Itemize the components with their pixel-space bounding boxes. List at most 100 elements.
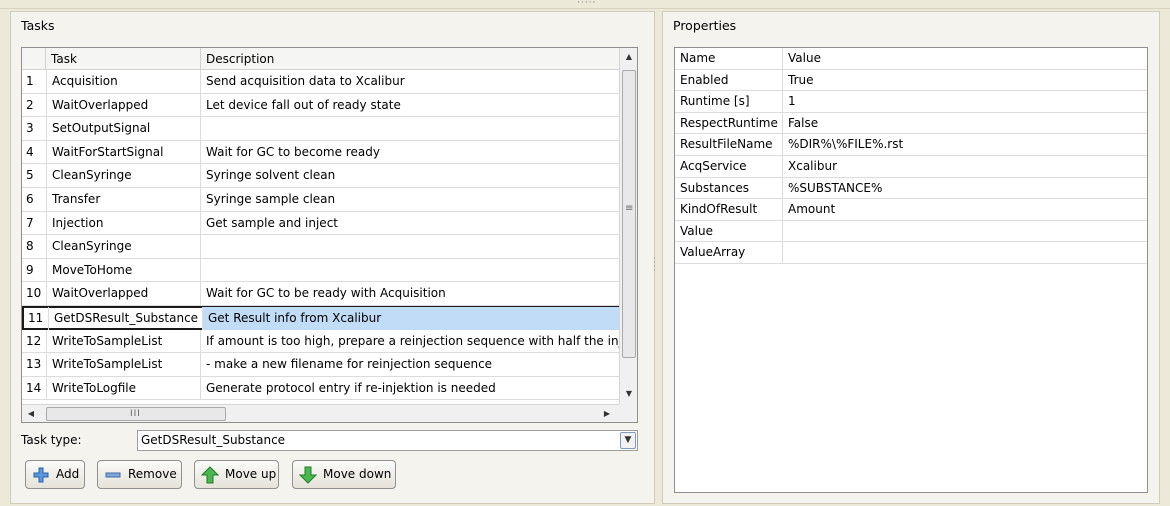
description-cell: If amount is too high, prepare a reinjec… [206,333,619,348]
description-cell [201,117,619,140]
arrow-up-icon [201,466,219,484]
property-row[interactable]: KindOfResult Amount [675,199,1147,221]
task-cell: WriteToLogfile [46,376,201,400]
table-row[interactable]: 1 Acquisition Send acquisition data to Xca… [22,70,619,94]
move-up-button[interactable]: Move up [194,460,279,489]
top-splitter[interactable]: ····· [0,0,1170,9]
column-header-value[interactable]: Value [783,48,1147,69]
row-number-cell: 8 [26,239,34,254]
property-value[interactable]: Amount [783,199,1147,220]
chevron-down-icon[interactable]: ▼ [620,432,636,449]
task-cell: Transfer [46,188,201,211]
task-type-select[interactable]: GetDSResult_Substance ▼ [137,430,638,451]
property-name: RespectRuntime [675,112,783,134]
property-value[interactable]: 1 [783,91,1147,112]
property-name: Value [675,220,783,242]
tasks-horizontal-scrollbar[interactable]: ◀ III ▶ [22,404,619,422]
table-row[interactable]: 13 WriteToSampleList - make a new filename… [22,353,619,377]
task-cell: WriteToSampleList [46,353,201,377]
property-name: ValueArray [675,242,783,264]
property-row[interactable]: Value [675,220,1147,243]
arrow-down-icon [299,466,317,484]
tasks-table[interactable]: Task Description 1 Acquisition Send acquis… [21,47,638,423]
minus-icon [105,472,121,478]
property-value[interactable]: True [783,70,1147,91]
property-value[interactable] [783,221,1147,242]
column-header-name[interactable]: Name [675,48,783,69]
property-name: Runtime [s] [675,91,783,113]
table-row[interactable]: 3 SetOutputSignal [22,117,619,141]
property-name: ResultFileName [675,134,783,156]
property-row[interactable]: Runtime [s] 1 [675,91,1147,113]
property-value[interactable]: Xcalibur [783,156,1147,177]
description-cell: Wait for GC to become ready [206,144,380,159]
property-row[interactable]: ValueArray [675,242,1147,264]
property-row[interactable]: Substances %SUBSTANCE% [675,177,1147,200]
tasks-panel-title: Tasks [21,18,55,33]
task-cell: Injection [46,211,201,235]
table-row[interactable]: 11 GetDSResult_Substance Get Result info f… [22,306,621,330]
table-row[interactable]: 12 WriteToSampleList If amount is too high… [22,329,619,354]
row-number-cell: 11 [28,311,44,325]
table-row[interactable]: 5 CleanSyringe Syringe solvent clean [22,164,619,188]
task-type-label: Task type: [21,433,82,447]
move-down-button[interactable]: Move down [292,460,396,489]
table-row[interactable]: 6 Transfer Syringe sample clean [22,188,619,212]
property-value[interactable]: %DIR%\%FILE%.rst [783,134,1147,155]
scroll-left-arrow-icon[interactable]: ◀ [22,405,40,422]
panel-splitter[interactable]: · · · · [650,11,658,506]
task-cell: WaitOverlapped [46,282,201,306]
row-number-cell: 7 [26,215,34,230]
move-up-button-label: Move up [225,467,277,481]
row-number-cell: 6 [26,192,34,206]
description-cell: - make a new filename for reinjection se… [206,357,493,372]
scroll-thumb[interactable]: ≡ [622,70,636,358]
scroll-right-arrow-icon[interactable]: ▶ [598,405,616,422]
property-row[interactable]: Enabled True [675,69,1147,92]
table-row[interactable]: 10 WaitOverlapped Wait for GC to be ready … [22,282,619,306]
table-row[interactable]: 4 WaitForStartSignal Wait for GC to become… [22,140,619,165]
property-name: KindOfResult [675,199,783,221]
row-number-cell: 14 [26,380,42,395]
property-name: AcqService [675,156,783,177]
properties-panel-title: Properties [673,18,737,33]
task-cell: WaitOverlapped [46,93,201,117]
column-header-number[interactable] [22,48,46,70]
remove-button[interactable]: Remove [97,460,182,489]
property-row[interactable]: RespectRuntime False [675,112,1147,135]
task-cell: SetOutputSignal [46,117,201,141]
table-row[interactable]: 2 WaitOverlapped Let device fall out of re… [22,93,619,118]
scroll-up-arrow-icon[interactable]: ▲ [620,48,637,66]
tasks-vertical-scrollbar[interactable]: ▲ ≡ ▼ [619,48,637,404]
property-value[interactable] [783,242,1147,263]
scroll-thumb[interactable]: III [46,407,226,421]
description-cell: Get Result info from Xcalibur [203,307,621,330]
properties-table[interactable]: Name Value Enabled True Runtime [s] 1 Respec… [674,47,1148,493]
table-row[interactable]: 9 MoveToHome [22,258,619,283]
grip-icon: ≡ [625,203,634,214]
description-cell: Generate protocol entry if re-injektion … [206,380,496,395]
table-row[interactable]: 7 Injection Get sample and inject [22,211,619,236]
column-header-task[interactable]: Task [46,48,201,70]
row-number-cell: 5 [26,168,34,183]
row-number-cell: 12 [26,333,42,348]
task-type-value: GetDSResult_Substance [141,433,286,447]
description-cell [201,235,619,258]
column-header-description[interactable]: Description [201,48,619,70]
scroll-down-arrow-icon[interactable]: ▼ [620,385,637,403]
property-row[interactable]: AcqService Xcalibur [675,156,1147,178]
task-cell: CleanSyringe [46,164,201,188]
property-value[interactable]: False [783,113,1147,134]
task-cell: CleanSyringe [46,235,201,259]
table-row[interactable]: 14 WriteToLogfile Generate protocol entry … [22,376,619,401]
row-number-cell: 4 [26,144,34,159]
row-number-cell: 1 [26,74,34,88]
properties-table-header: Name Value [675,48,1147,70]
splitter-grip-icon: ····· [577,0,597,8]
task-cell: Acquisition [46,70,201,93]
property-value[interactable]: %SUBSTANCE% [783,178,1147,199]
table-row[interactable]: 8 CleanSyringe [22,235,619,259]
add-button[interactable]: Add [25,460,85,489]
property-row[interactable]: ResultFileName %DIR%\%FILE%.rst [675,134,1147,156]
grip-icon: III [130,409,141,419]
